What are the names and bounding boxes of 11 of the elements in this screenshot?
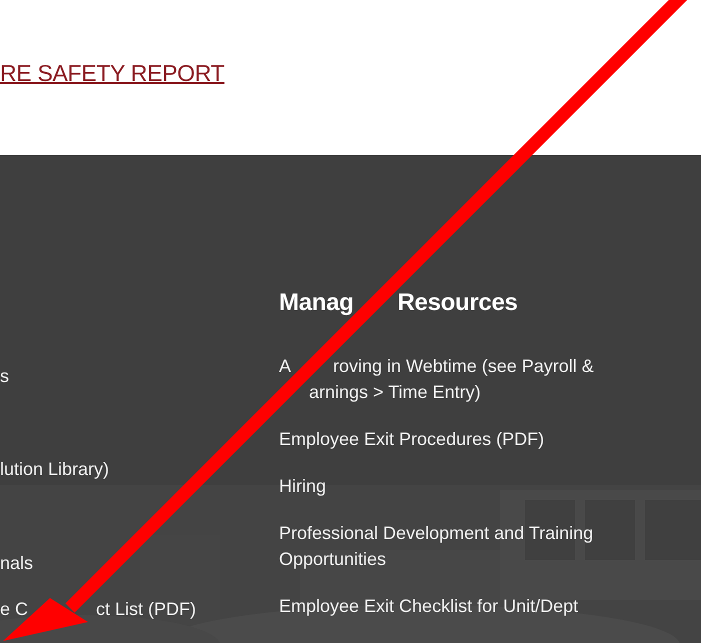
footer-link[interactable]: Employee Exit Procedures (PDF) <box>279 426 544 452</box>
report-link[interactable]: RE SAFETY REPORT <box>0 60 224 86</box>
footer-link[interactable]: lution Library) <box>0 456 110 482</box>
footer-link[interactable]: Employee Exit Checklist for Unit/Dept <box>279 593 578 619</box>
footer-link[interactable]: nals <box>0 550 34 576</box>
section-heading: Manag Resources <box>279 288 518 318</box>
footer-link[interactable]: e C ct List (PDF) <box>0 596 196 622</box>
footer-link[interactable]: A roving in Webtime (see Payroll & arnings > Time Entry) <box>279 353 651 405</box>
footer-link[interactable]: s <box>0 363 9 389</box>
footer-link[interactable]: Hiring <box>279 473 326 499</box>
footer-link[interactable]: Professional Development and Training Opportunities <box>279 520 651 572</box>
